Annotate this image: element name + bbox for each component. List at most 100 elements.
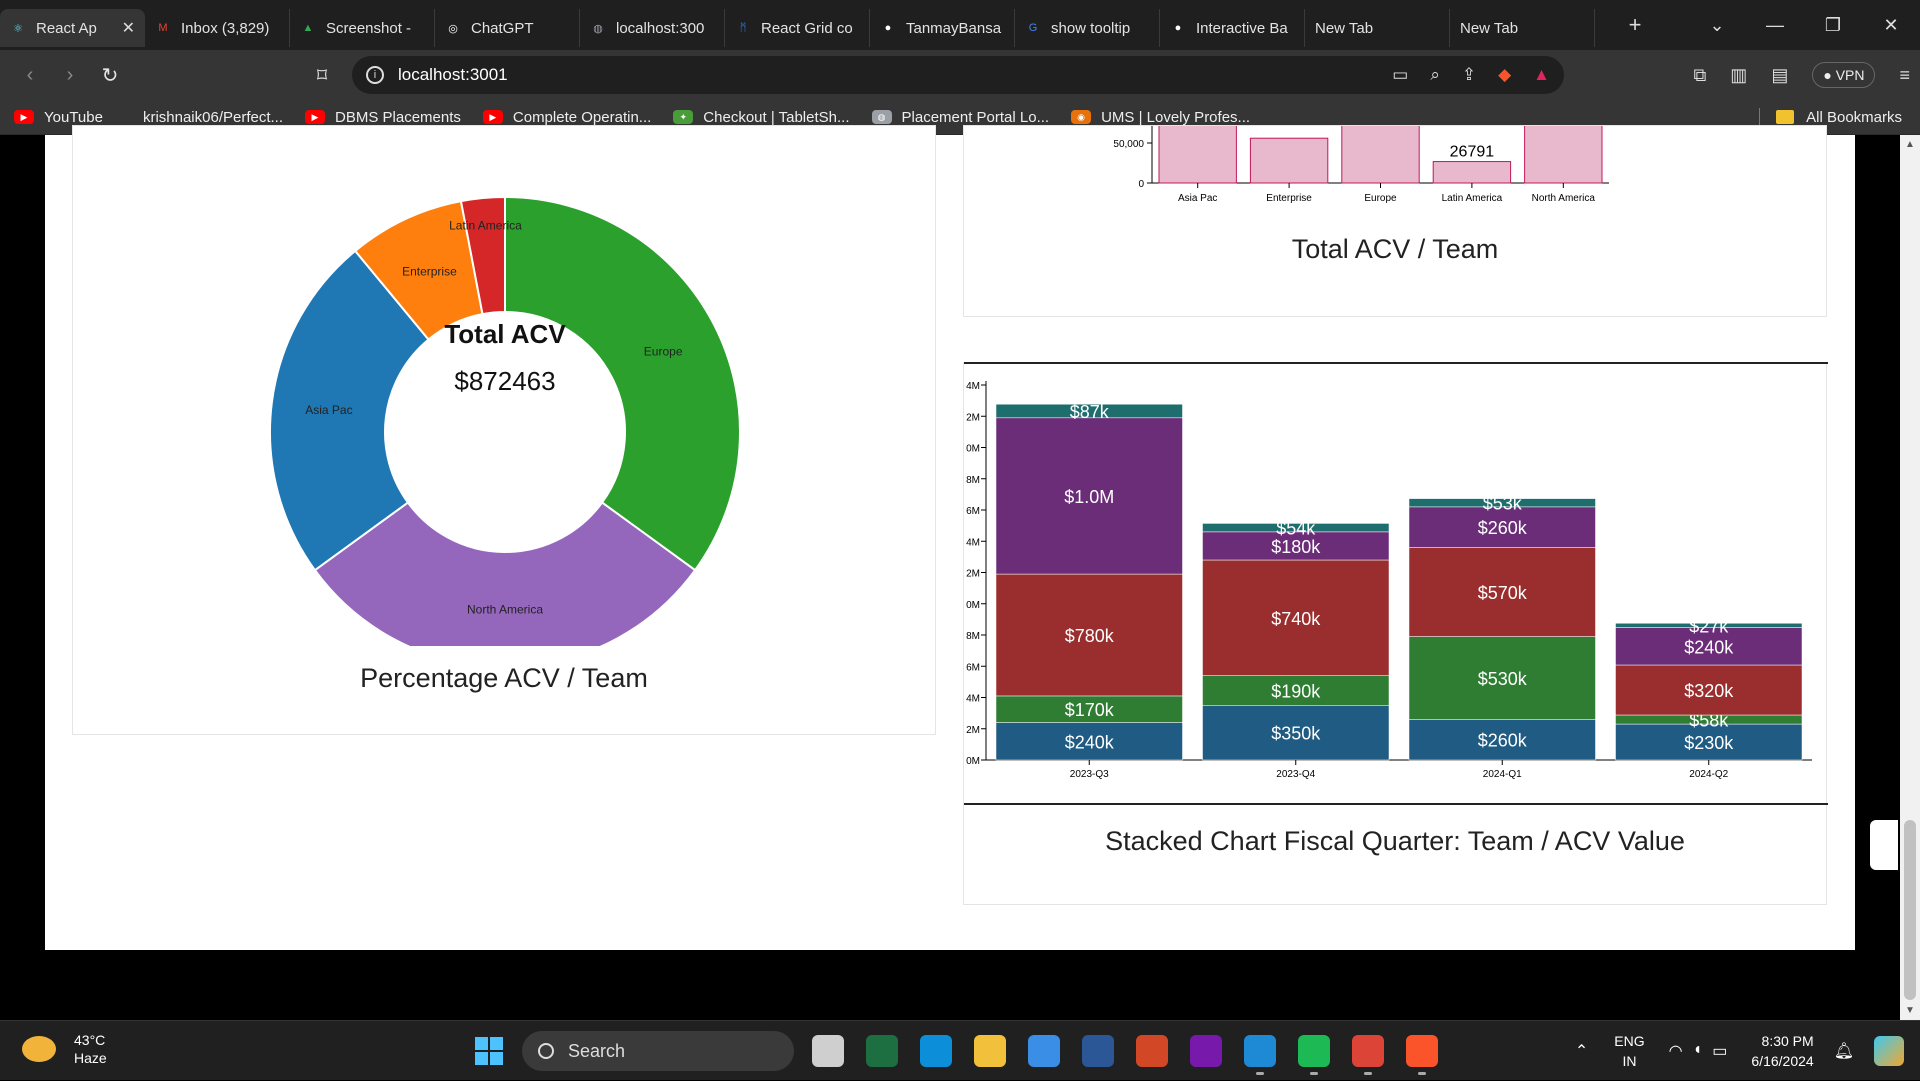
bar-value-label: 26791 bbox=[1450, 144, 1495, 161]
browser-tab[interactable]: ᛗ React Grid co bbox=[725, 9, 870, 47]
page-viewport: Europe North America Asia Pac Enterprise Lat… bbox=[0, 125, 1920, 1020]
tab-favicon-icon: ● bbox=[884, 22, 892, 34]
segment-value-label: $54k bbox=[1276, 519, 1316, 539]
tab-favicon-icon: ◎ bbox=[448, 22, 458, 35]
weather-condition: Haze bbox=[74, 1050, 107, 1066]
donut-center-title: Total ACV bbox=[444, 319, 566, 349]
donut-slice-label: Enterprise bbox=[402, 264, 457, 278]
site-info-icon[interactable]: i bbox=[366, 66, 384, 84]
browser-tab[interactable]: New Tab bbox=[1450, 9, 1595, 47]
side-widget-button[interactable] bbox=[1870, 820, 1898, 870]
browser-tab[interactable]: ◍ localhost:300 bbox=[580, 9, 725, 47]
vscode-icon[interactable] bbox=[1244, 1035, 1276, 1075]
scroll-up-icon[interactable]: ▲ bbox=[1900, 139, 1920, 150]
tray-icons[interactable]: ◠ ◖ ▭ bbox=[1669, 1041, 1728, 1061]
url-text[interactable]: localhost:3001 bbox=[398, 65, 508, 85]
back-icon[interactable]: ‹ bbox=[10, 64, 50, 87]
x-tick-label: Europe bbox=[1364, 193, 1397, 204]
bookmark-item[interactable]: krishnaik06/Perfect... bbox=[143, 109, 283, 126]
menu-icon[interactable]: ≡ bbox=[1899, 65, 1910, 86]
page-scrollbar[interactable]: ▲ ▼ bbox=[1900, 135, 1920, 1020]
browser-tab[interactable]: ⚛ React Ap ✕ bbox=[0, 9, 145, 47]
bookmark-item[interactable]: ◉ UMS | Lovely Profes... bbox=[1071, 109, 1250, 126]
y-tick-label: 2M bbox=[966, 725, 980, 736]
reload-icon[interactable]: ↻ bbox=[90, 63, 130, 88]
y-tick-label: 0M bbox=[966, 756, 980, 767]
taskbar-search[interactable]: Search bbox=[522, 1031, 794, 1071]
browser-tab[interactable]: ● TanmayBansa bbox=[870, 9, 1015, 47]
vpn-button[interactable]: ● VPN bbox=[1812, 62, 1876, 88]
y-tick-label: 8M bbox=[966, 475, 980, 486]
bookmark-item[interactable]: ◍ Placement Portal Lo... bbox=[871, 109, 1049, 126]
bookmark-item[interactable]: ▶ DBMS Placements bbox=[305, 109, 461, 126]
browser-tab[interactable]: ● Interactive Ba bbox=[1160, 9, 1305, 47]
stacked-card-title: Stacked Chart Fiscal Quarter: Team / ACV… bbox=[1105, 826, 1685, 856]
brave-shields-icon[interactable]: ◆ bbox=[1498, 65, 1511, 85]
weather-widget[interactable]: 43°C Haze bbox=[22, 1031, 107, 1067]
y-tick-label: 6M bbox=[966, 662, 980, 673]
brave-icon[interactable] bbox=[1406, 1035, 1438, 1075]
lang-top: ENG bbox=[1614, 1033, 1645, 1049]
segment-value-label: $530k bbox=[1478, 669, 1528, 689]
task-view-icon[interactable] bbox=[812, 1035, 844, 1067]
new-tab-button[interactable]: + bbox=[1607, 12, 1663, 38]
language-indicator[interactable]: ENG IN bbox=[1614, 1031, 1644, 1071]
forward-icon[interactable]: › bbox=[50, 64, 90, 87]
spotify-icon[interactable] bbox=[1298, 1035, 1330, 1075]
edge-icon[interactable] bbox=[920, 1035, 952, 1067]
bar[interactable] bbox=[1341, 126, 1420, 184]
notification-icon[interactable]: 🔔︎ bbox=[1834, 1041, 1854, 1061]
share-icon[interactable]: ⇪ bbox=[1462, 65, 1476, 85]
all-bookmarks-button[interactable]: All Bookmarks bbox=[1776, 109, 1902, 126]
segment-value-label: $350k bbox=[1271, 724, 1321, 744]
bookmark-favicon-icon: ✦ bbox=[673, 110, 694, 124]
excel-icon[interactable] bbox=[866, 1035, 898, 1067]
tray-overflow-icon[interactable]: ⌃ bbox=[1575, 1041, 1588, 1061]
brave-rewards-icon[interactable]: ▲ bbox=[1533, 65, 1550, 85]
sidebar-icon[interactable]: ▥ bbox=[1730, 65, 1747, 86]
extensions-icon[interactable]: ⧉ bbox=[1693, 65, 1706, 86]
start-button[interactable] bbox=[475, 1037, 503, 1065]
tab-favicon-icon: M bbox=[158, 22, 168, 34]
segment-value-label: $180k bbox=[1271, 537, 1321, 557]
file-explorer-icon[interactable] bbox=[974, 1035, 1006, 1067]
bookmark-item[interactable]: ▶ YouTube bbox=[14, 109, 103, 126]
browser-tab[interactable]: Gshow tooltip bbox=[1015, 9, 1160, 47]
address-bar[interactable]: i localhost:3001 ▭ ⌕ ⇪ ◆ ▲ bbox=[352, 56, 1564, 94]
close-window-button[interactable]: ✕ bbox=[1862, 15, 1920, 36]
chrome-icon[interactable] bbox=[1352, 1035, 1384, 1075]
browser-tab[interactable]: New Tab bbox=[1305, 9, 1450, 47]
close-tab-icon[interactable]: ✕ bbox=[122, 18, 135, 38]
browser-tab[interactable]: ◎ ChatGPT bbox=[435, 9, 580, 47]
tab-title: show tooltip bbox=[1051, 19, 1131, 37]
donut-slice-label: North America bbox=[467, 603, 543, 617]
window-controls: ⌄ — ❐ ✕ bbox=[1688, 0, 1920, 50]
cast-icon[interactable]: ▭ bbox=[1392, 65, 1408, 85]
zoom-icon[interactable]: ⌕ bbox=[1430, 65, 1440, 85]
scroll-down-icon[interactable]: ▼ bbox=[1900, 1005, 1920, 1016]
bookmark-page-icon[interactable]: ⌑ bbox=[302, 63, 342, 88]
powerpoint-icon[interactable] bbox=[1136, 1035, 1168, 1067]
bookmark-item[interactable]: ▶ Complete Operatin... bbox=[482, 109, 651, 126]
bookmark-item[interactable]: ✦ Checkout | TabletSh... bbox=[673, 109, 850, 126]
tab-search-button[interactable]: ⌄ bbox=[1688, 15, 1746, 36]
scrollbar-thumb[interactable] bbox=[1904, 820, 1916, 1000]
word-icon[interactable] bbox=[1082, 1035, 1114, 1067]
mail-icon[interactable] bbox=[1028, 1035, 1060, 1067]
x-tick-label: Asia Pac bbox=[1178, 193, 1217, 204]
windows-taskbar: 43°C Haze Search ⌃ ENG IN ◠ ◖ ▭ 8:30 PM … bbox=[0, 1020, 1920, 1080]
bar[interactable] bbox=[1432, 161, 1512, 184]
bar[interactable] bbox=[1249, 137, 1329, 184]
bar[interactable] bbox=[1158, 126, 1237, 184]
restore-button[interactable]: ❐ bbox=[1804, 15, 1862, 36]
clock[interactable]: 8:30 PM 6/16/2024 bbox=[1751, 1031, 1813, 1071]
onenote-icon[interactable] bbox=[1190, 1035, 1222, 1067]
minimize-button[interactable]: — bbox=[1746, 15, 1804, 36]
browser-tab[interactable]: M Inbox (3,829) bbox=[145, 9, 290, 47]
donut-slice-label: Latin America bbox=[449, 218, 522, 232]
browser-tab[interactable]: ▲ Screenshot - bbox=[290, 9, 435, 47]
bar[interactable] bbox=[1524, 126, 1603, 184]
wallet-icon[interactable]: ▤ bbox=[1771, 65, 1788, 86]
segment-value-label: $230k bbox=[1684, 733, 1734, 753]
copilot-icon[interactable] bbox=[1874, 1036, 1904, 1066]
